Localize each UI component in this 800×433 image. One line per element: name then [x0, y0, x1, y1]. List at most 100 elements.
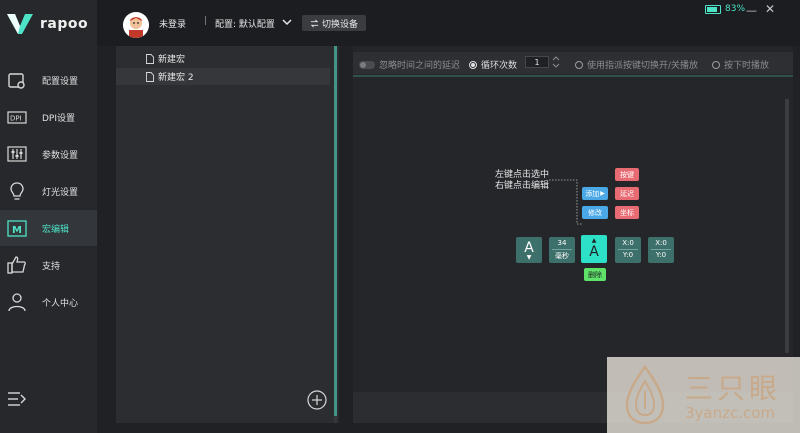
brand-name: rapoo — [40, 16, 89, 32]
sidebar-item-label: 宏编辑 — [42, 224, 70, 235]
toggle-play-radio[interactable] — [575, 60, 583, 69]
coord2-x: X:0 — [655, 239, 667, 247]
delete-action-button[interactable]: 删除 — [584, 268, 606, 281]
hint-left-click: 左键点击选中 — [495, 170, 550, 180]
macro-list-item-label: 新建宏 — [158, 55, 186, 65]
minimize-button[interactable]: — — [746, 4, 757, 17]
caret-right-icon: ▶ — [600, 190, 605, 197]
editor-options-divider — [353, 75, 793, 77]
coord2-divider — [651, 249, 671, 250]
collapse-menu-icon[interactable] — [7, 390, 27, 408]
macro-list-item-label: 新建宏 2 — [158, 73, 194, 83]
document-icon — [146, 72, 154, 82]
loop-count-option[interactable]: 循环次数 — [469, 58, 517, 71]
dpi-icon: DPI — [7, 111, 27, 124]
mouse-config-icon — [8, 73, 25, 89]
watermark-cn-text: 三只眼 — [685, 372, 782, 405]
login-status[interactable]: 未登录 — [159, 17, 186, 30]
ignore-delay-toggle[interactable] — [359, 60, 375, 69]
watermark-logo-icon — [625, 364, 665, 425]
toggle-play-label: 使用指派按键切换开/关播放 — [587, 61, 699, 71]
macro-list-scrollbar-thumb[interactable] — [334, 46, 337, 416]
thumbs-up-icon — [7, 256, 26, 274]
key-up-action[interactable]: ▲ A — [581, 235, 607, 263]
sidebar-item-label: 参数设置 — [42, 150, 79, 161]
config-selector[interactable]: 配置: 默认配置 — [215, 17, 275, 30]
add-action-label: 添加 — [585, 189, 600, 198]
battery-percent: 83% — [725, 4, 746, 14]
add-macro-button[interactable] — [307, 390, 327, 410]
user-icon — [8, 293, 26, 312]
coord1-divider — [618, 249, 638, 250]
macro-list-panel: 新建宏 新建宏 2 — [116, 46, 339, 423]
header-separator: | — [204, 16, 208, 26]
battery-status: 83% — [705, 4, 745, 14]
modify-action-button[interactable]: 修改 — [582, 206, 608, 219]
loop-count-stepper[interactable] — [552, 56, 560, 68]
delay-action[interactable]: 34 毫秒 — [549, 237, 575, 263]
add-action-button[interactable]: 添加 ▶ — [582, 187, 608, 200]
sidebar: rapoo 配置设置 DPI DPI设置 参数设置 灯光设置 M 宏编辑 支持 … — [0, 0, 97, 433]
arrow-up-icon: ▲ — [591, 237, 597, 244]
ignore-delay-label: 忽略时间之间的延迟 — [379, 61, 461, 71]
sidebar-item-label: 支持 — [42, 261, 61, 272]
macro-icon: M — [7, 220, 27, 237]
svg-text:DPI: DPI — [10, 115, 22, 123]
sidebar-item-label: 灯光设置 — [42, 187, 79, 198]
document-icon — [146, 54, 154, 64]
lightbulb-icon — [10, 182, 24, 200]
coord2-y: Y:0 — [655, 251, 667, 259]
switch-device-label: 切换设备 — [321, 19, 358, 30]
arrow-down-icon: ▼ — [526, 254, 532, 261]
sidebar-item-dpi[interactable]: DPI DPI设置 — [0, 99, 97, 135]
macro-list-item[interactable]: 新建宏 2 — [116, 68, 330, 85]
loop-count-label: 循环次数 — [481, 61, 518, 71]
ignore-delay-option[interactable]: 忽略时间之间的延迟 — [359, 58, 460, 71]
hold-play-label: 按下时播放 — [724, 61, 770, 71]
insert-key-button[interactable]: 按键 — [615, 168, 639, 181]
sidebar-item-support[interactable]: 支持 — [0, 247, 97, 283]
watermark: 三只眼 3yanzc.com — [607, 357, 800, 433]
hint-right-click: 右键点击编辑 — [495, 181, 550, 191]
delay-unit: 毫秒 — [555, 252, 569, 260]
sidebar-item-label: 个人中心 — [42, 298, 79, 309]
chevron-down-icon[interactable] — [282, 17, 292, 27]
sidebar-item-profile[interactable]: 个人中心 — [0, 284, 97, 320]
coord1-y: Y:0 — [622, 251, 634, 259]
sidebar-item-lighting[interactable]: 灯光设置 — [0, 173, 97, 209]
sidebar-item-macro[interactable]: M 宏编辑 — [0, 210, 97, 246]
sidebar-item-config[interactable]: 配置设置 — [0, 62, 97, 98]
loop-count-radio[interactable] — [469, 60, 477, 69]
sidebar-item-params[interactable]: 参数设置 — [0, 136, 97, 172]
header-bar: 未登录 | 配置: 默认配置 切换设备 83% — ✕ — [97, 0, 800, 46]
hold-play-radio[interactable] — [712, 60, 720, 69]
battery-icon — [705, 4, 721, 14]
switch-device-button[interactable]: 切换设备 — [302, 15, 366, 31]
editor-scrollbar[interactable] — [785, 99, 789, 353]
brand-logo: rapoo — [6, 10, 96, 38]
close-button[interactable]: ✕ — [765, 2, 775, 16]
coord1-x: X:0 — [622, 239, 634, 247]
coord-action-1[interactable]: X:0 Y:0 — [615, 237, 641, 263]
avatar[interactable] — [123, 12, 149, 38]
insert-coord-button[interactable]: 坐标 — [615, 206, 639, 219]
coord-action-2[interactable]: X:0 Y:0 — [648, 237, 674, 263]
battery-fill — [707, 6, 717, 12]
sidebar-item-label: 配置设置 — [42, 76, 79, 87]
delay-divider — [552, 249, 572, 250]
swap-arrows-icon — [310, 19, 319, 27]
loop-count-input[interactable]: 1 — [525, 56, 549, 68]
avatar-icon — [123, 12, 149, 38]
toggle-play-option[interactable]: 使用指派按键切换开/关播放 — [575, 58, 698, 71]
hold-play-option[interactable]: 按下时播放 — [712, 58, 769, 71]
key-up-char: A — [589, 244, 599, 260]
macro-list-item[interactable]: 新建宏 — [116, 50, 330, 67]
delay-value: 34 — [557, 239, 567, 247]
rapoo-logo-icon — [7, 14, 33, 34]
watermark-en-text: 3yanzc.com — [685, 404, 776, 422]
sliders-icon — [7, 146, 27, 162]
sidebar-item-label: DPI设置 — [42, 113, 76, 124]
svg-text:M: M — [12, 225, 22, 236]
insert-delay-button[interactable]: 延迟 — [615, 187, 639, 200]
key-down-action[interactable]: A ▼ — [516, 237, 542, 263]
